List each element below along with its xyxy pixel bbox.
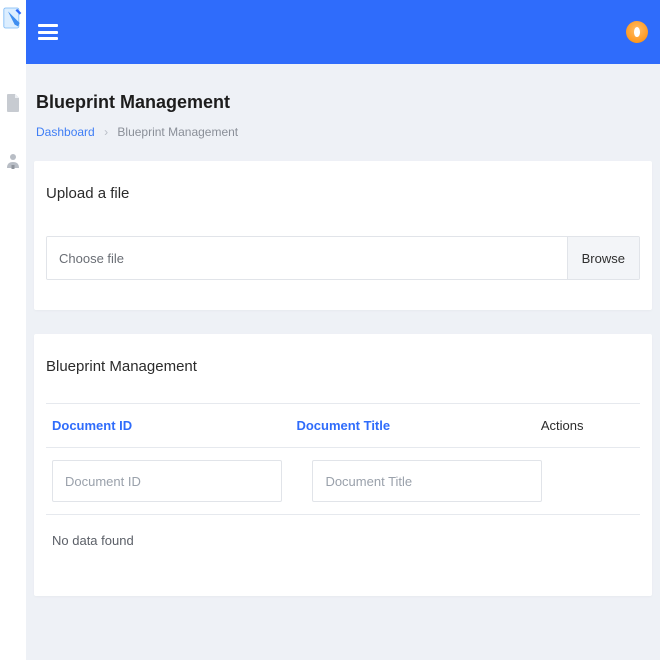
file-input-group[interactable]: Choose file Browse: [46, 236, 640, 280]
table-card-title: Blueprint Management: [46, 358, 640, 375]
sidebar-item-users[interactable]: [5, 153, 21, 169]
page-title: Blueprint Management: [36, 92, 650, 113]
main-column: Blueprint Management Dashboard › Bluepri…: [26, 0, 660, 660]
sidebar-item-documents[interactable]: [5, 95, 21, 111]
upload-card-title: Upload a file: [46, 185, 640, 202]
filter-document-title-input[interactable]: [312, 460, 542, 502]
note-icon: [3, 6, 23, 30]
user-avatar[interactable]: [626, 21, 648, 43]
breadcrumb: Dashboard › Blueprint Management: [26, 119, 660, 161]
menu-toggle-button[interactable]: [38, 24, 58, 40]
blueprint-table: Document ID Document Title Actions No da…: [46, 403, 640, 566]
table-empty-text: No data found: [52, 533, 134, 548]
col-header-actions: Actions: [541, 418, 634, 433]
filter-document-id-input[interactable]: [52, 460, 282, 502]
col-header-document-title[interactable]: Document Title: [296, 418, 540, 433]
blueprint-table-card: Blueprint Management Document ID Documen…: [34, 334, 652, 596]
breadcrumb-root-link[interactable]: Dashboard: [36, 125, 95, 139]
file-choose-label: Choose file: [47, 237, 567, 279]
file-browse-button[interactable]: Browse: [567, 237, 639, 279]
table-filter-row: [46, 448, 640, 515]
document-icon: [6, 94, 20, 112]
sidebar: [0, 0, 26, 660]
breadcrumb-current: Blueprint Management: [117, 125, 238, 139]
app-logo: [3, 6, 23, 33]
table-empty-row: No data found: [46, 515, 640, 566]
page-heading: Blueprint Management: [26, 64, 660, 119]
user-icon: [6, 153, 20, 169]
col-header-document-id[interactable]: Document ID: [52, 418, 296, 433]
page-content: Blueprint Management Dashboard › Bluepri…: [26, 64, 660, 660]
topbar: [26, 0, 660, 64]
breadcrumb-separator: ›: [104, 125, 108, 139]
upload-card: Upload a file Choose file Browse: [34, 161, 652, 310]
table-header-row: Document ID Document Title Actions: [46, 403, 640, 448]
